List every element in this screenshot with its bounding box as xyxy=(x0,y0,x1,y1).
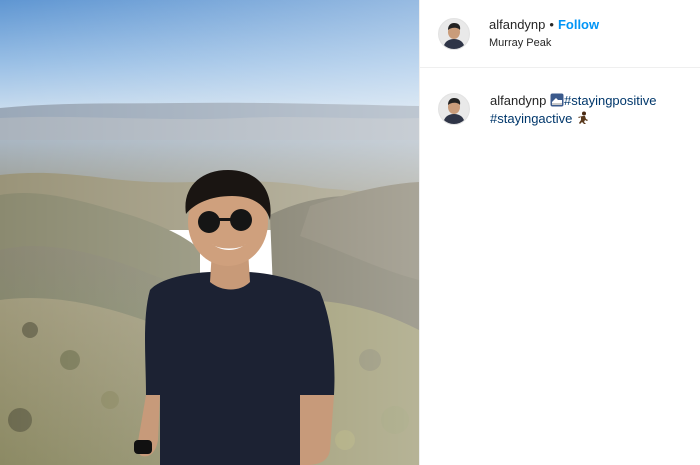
separator-dot: • xyxy=(549,16,554,32)
instagram-post: alfandynp • Follow Murray Peak alfandynp xyxy=(0,0,700,465)
post-header-line: alfandynp • Follow xyxy=(489,17,599,33)
location-link[interactable]: Murray Peak xyxy=(489,37,599,49)
hashtag-link[interactable]: #stayingactive xyxy=(490,111,572,126)
post-sidebar: alfandynp • Follow Murray Peak alfandynp xyxy=(419,0,700,465)
profile-picture xyxy=(439,18,469,49)
caption-avatar[interactable] xyxy=(438,93,470,125)
running-shoe-emoji-icon xyxy=(550,93,564,107)
post-photo[interactable] xyxy=(0,0,419,465)
caption-comment: alfandynp #stayingpositive #stayingactiv… xyxy=(420,68,700,128)
post-header-meta: alfandynp • Follow Murray Peak xyxy=(489,17,599,49)
caption-username-link[interactable]: alfandynp xyxy=(490,93,546,108)
follow-button[interactable]: Follow xyxy=(558,17,599,32)
hashtag-link[interactable]: #stayingpositive xyxy=(564,93,657,108)
username-link[interactable]: alfandynp xyxy=(489,17,545,32)
caption-text: alfandynp #stayingpositive #stayingactiv… xyxy=(490,92,700,128)
post-header: alfandynp • Follow Murray Peak xyxy=(420,0,700,68)
avatar[interactable] xyxy=(438,17,470,50)
hiker-on-mountain-photo xyxy=(0,0,419,465)
running-person-emoji-icon xyxy=(578,111,589,124)
profile-picture xyxy=(439,94,469,124)
